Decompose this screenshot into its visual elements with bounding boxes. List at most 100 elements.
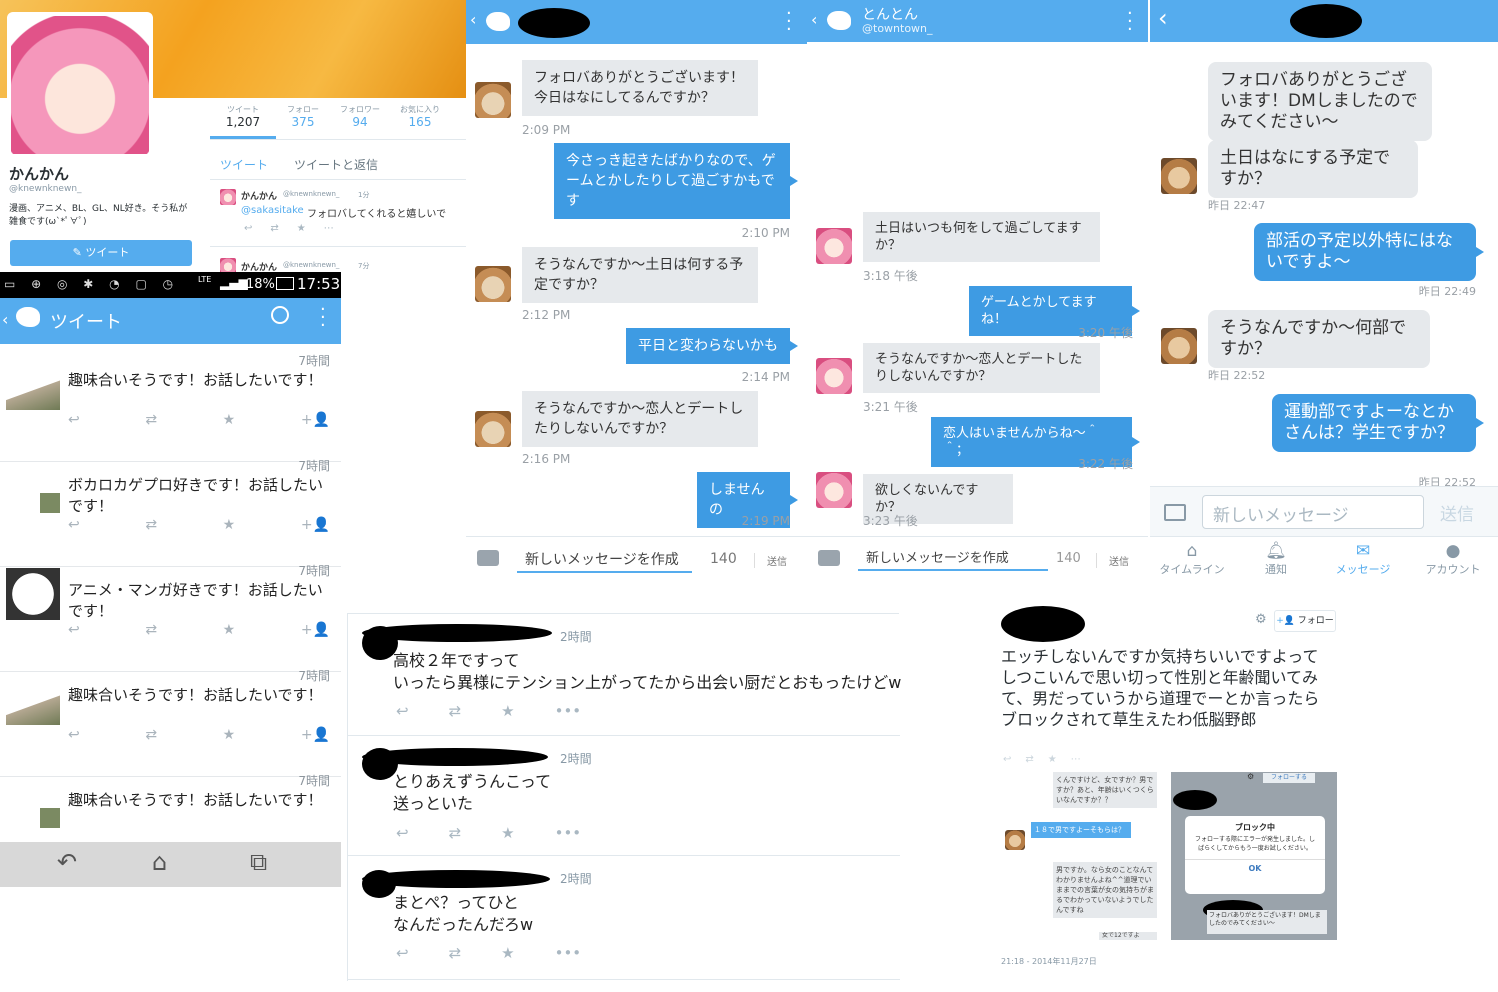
reply-icon[interactable]: ↩ <box>396 702 409 720</box>
list-item[interactable]: 7時間 趣味合いそうです！お話したいです！ ↩ ⇄ ★ +👤 <box>0 354 341 462</box>
avatar <box>475 82 511 118</box>
tab-tweets-replies[interactable]: ツイートと返信 <box>294 156 378 173</box>
more-icon[interactable]: ••• <box>555 702 582 720</box>
back-nav-icon[interactable]: ↶ <box>57 848 77 876</box>
tweet-text: エッチしないんですか気持ちいいですよってしつこいんで思い切って性別と年齢聞いてみ… <box>1001 647 1320 729</box>
retweet-icon[interactable]: ⇄ <box>449 824 462 842</box>
retweet-icon[interactable]: ⇄ <box>145 727 157 743</box>
reply-icon[interactable]: ↩ <box>68 517 80 533</box>
camera-icon[interactable] <box>818 550 840 566</box>
profile-handle: @knewnknewn_ <box>9 184 82 194</box>
tab-label: 通知 <box>1265 563 1287 576</box>
tab-messages[interactable]: ✉ メッセージ <box>1318 541 1408 577</box>
redaction <box>518 8 590 38</box>
retweet-icon[interactable]: ⇄ <box>145 517 157 533</box>
tweet-button[interactable]: ✎ ツイート <box>10 240 192 266</box>
recents-nav-icon[interactable]: ⧉ <box>250 848 267 876</box>
favorite-icon[interactable]: ★ <box>223 517 236 533</box>
overflow-menu-icon[interactable]: · · · <box>320 301 326 335</box>
tweet-time: 2時間 <box>560 752 592 766</box>
camera-icon[interactable] <box>477 550 499 566</box>
profile-tweet[interactable]: かんかん @knewnknewn_ 7分 <box>210 252 466 274</box>
send-button[interactable]: 送信 <box>1440 500 1474 525</box>
stat-label: フォロー <box>287 105 319 114</box>
reply-icon[interactable]: ↩ <box>68 622 80 638</box>
avatar <box>1161 328 1197 364</box>
follow-icon[interactable]: +👤 <box>301 412 330 428</box>
favorite-icon[interactable]: ★ <box>223 622 236 638</box>
back-icon[interactable]: ‹ <box>1158 4 1168 32</box>
tweet-timestamp: 21:18 - 2014年11月27日 <box>1001 957 1097 966</box>
message-input[interactable]: 新しいメッセージ <box>1202 495 1424 529</box>
favorite-icon[interactable]: ★ <box>223 727 236 743</box>
tab-account[interactable]: ● アカウント <box>1408 541 1498 577</box>
tweet-mention[interactable]: @sakasitake <box>241 205 304 216</box>
message-bubble: 運動部ですよーなとかさんは？学生ですか？ <box>1272 394 1484 452</box>
favorite-icon[interactable]: ★ <box>501 702 514 720</box>
list-item[interactable]: 7時間 趣味合いそうです！お話したいです！ ↩ ⇄ ★ +👤 <box>0 669 341 777</box>
stat-tweets[interactable]: ツイート 1,207 <box>210 104 276 139</box>
more-icon[interactable]: ••• <box>555 944 582 962</box>
favorite-icon[interactable]: ★ <box>223 412 236 428</box>
profile-tweet[interactable]: かんかん @knewnknewn_ 1分 @sakasitake フォロバしてく… <box>210 181 466 247</box>
back-icon[interactable]: ‹ <box>2 310 8 329</box>
screenshot-left: くんですけど、女ですか？男ですか？あと、年齢はいくつくらいなんですか？？ １８で… <box>1001 772 1167 940</box>
message-time: 2:12 PM <box>522 308 571 322</box>
reply-icon[interactable]: ↩ <box>396 944 409 962</box>
overflow-menu-icon[interactable]: · · · <box>1127 5 1133 39</box>
reply-icon[interactable]: ↩ <box>68 727 80 743</box>
message-time: 3:21 午後 <box>863 400 918 414</box>
reply-icon[interactable]: ↩ <box>396 824 409 842</box>
reply-tweet[interactable]: 2時間 とりあえずうんこって 送っといた ↩ ⇄ ★ ••• <box>348 736 900 856</box>
home-nav-icon[interactable]: ⌂ <box>152 848 167 876</box>
follow-icon[interactable]: +👤 <box>301 517 330 533</box>
follow-button[interactable]: +👤 フォロー <box>1274 610 1336 632</box>
stat-followers[interactable]: フォロワー 94 <box>330 104 390 139</box>
tweet-handle: @knewnknewn_ <box>283 190 340 198</box>
list-item[interactable]: 7時間 アニメ・マンガ好きです！お話したいです！ ↩ ⇄ ★ +👤 <box>0 564 341 672</box>
gear-icon[interactable]: ⚙ <box>1255 612 1267 627</box>
follow-icon[interactable]: +👤 <box>301 622 330 638</box>
compose-input[interactable]: 新しいメッセージを作成 <box>858 547 1048 571</box>
app-bar: ‹ <box>1150 0 1498 42</box>
search-icon[interactable] <box>271 306 289 324</box>
stat-favorites[interactable]: お気に入り 165 <box>390 104 450 139</box>
stat-value: 1,207 <box>225 115 261 129</box>
tab-tweets[interactable]: ツイート <box>220 156 268 173</box>
status-icons: ▭ ⊕ ◎ ✱ ◔ ▢ ◷ <box>4 277 180 291</box>
twitter-bird-icon <box>16 307 40 327</box>
tab-timeline[interactable]: ⌂ タイムライン <box>1150 541 1234 577</box>
send-button[interactable]: 送信 <box>1096 553 1129 568</box>
avatar[interactable] <box>7 12 153 158</box>
image-icon[interactable] <box>1164 504 1186 521</box>
overflow-menu-icon[interactable]: · · · <box>786 5 792 39</box>
stat-label: フォロワー <box>340 105 380 114</box>
more-icon[interactable]: ••• <box>555 824 582 842</box>
battery-icon <box>276 277 294 290</box>
retweet-icon[interactable]: ⇄ <box>449 944 462 962</box>
compose-input[interactable]: 新しいメッセージを作成 <box>517 549 692 573</box>
back-icon[interactable]: ‹ <box>470 10 476 29</box>
reply-tweet[interactable]: 2時間 高校２年ですって いったら異様にテンション上がってたから出会い厨だとおも… <box>348 614 901 736</box>
favorite-icon[interactable]: ★ <box>501 944 514 962</box>
retweet-icon[interactable]: ⇄ <box>449 702 462 720</box>
stat-following[interactable]: フォロー 375 <box>276 104 330 139</box>
send-button[interactable]: 送信 <box>754 553 787 568</box>
message-time: 3:22 午後 <box>1078 457 1133 471</box>
message-time: 3:20 午後 <box>1078 326 1133 340</box>
back-icon[interactable]: ‹ <box>811 10 817 29</box>
thumb-bubble: くんですけど、女ですか？男ですか？あと、年齢はいくつくらいなんですか？？ <box>1053 772 1157 808</box>
dialog-ok-button[interactable]: OK <box>1185 859 1325 873</box>
tab-notifications[interactable]: 🔔︎ 通知 <box>1234 541 1318 577</box>
follow-icon[interactable]: +👤 <box>301 727 330 743</box>
retweet-icon[interactable]: ⇄ <box>145 622 157 638</box>
favorite-icon[interactable]: ★ <box>501 824 514 842</box>
list-item[interactable]: 7時間 趣味合いそうです！お話したいです！ <box>0 774 341 842</box>
avatar <box>816 228 852 264</box>
reply-tweet[interactable]: 2時間 まとぺ？ってひと なんだったんだろw ↩ ⇄ ★ ••• <box>348 856 900 980</box>
retweet-icon[interactable]: ⇄ <box>145 412 157 428</box>
reply-icon[interactable]: ↩ <box>68 412 80 428</box>
embedded-tweet: ⚙ +👤 フォロー エッチしないんですか気持ちいいですよってしつこいんで思い切っ… <box>999 600 1344 972</box>
message-bubble: 土日はいつも何をして過ごしてますか？ <box>863 212 1100 262</box>
list-item[interactable]: 7時間 ボカロカゲプロ好きです！お話したいです！ ↩ ⇄ ★ +👤 <box>0 459 341 567</box>
